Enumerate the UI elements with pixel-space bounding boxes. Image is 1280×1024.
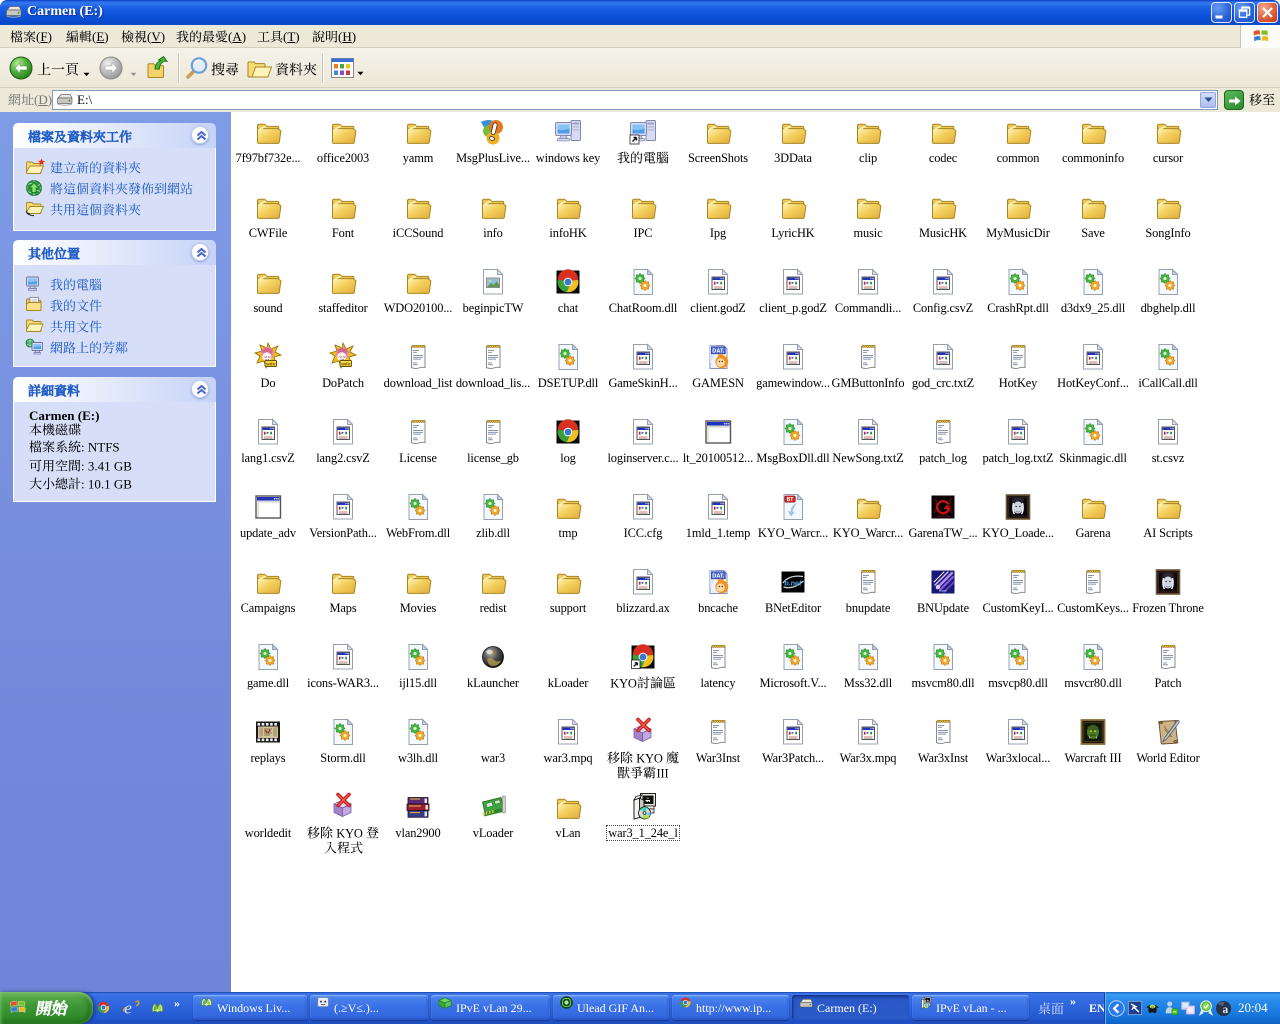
svg-text:a: a	[1223, 1004, 1229, 1016]
